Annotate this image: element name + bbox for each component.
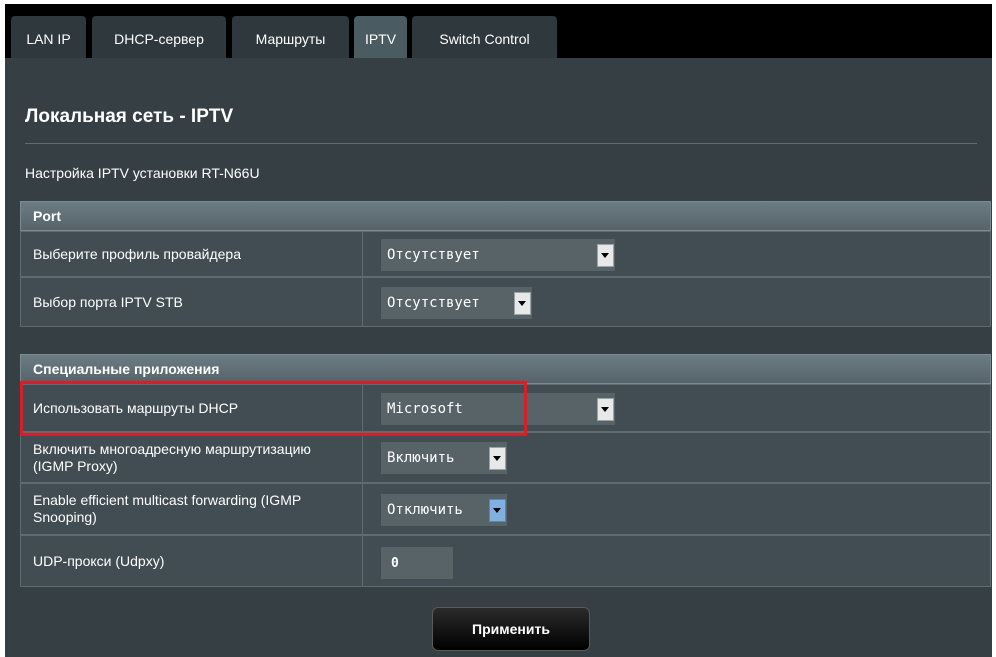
main-content: Локальная сеть - IPTV Настройка IPTV уст… — [5, 58, 992, 657]
igmp-snooping-label: Enable efficient multicast forwarding (I… — [21, 484, 363, 534]
iptv-stb-port-select[interactable]: Отсутствует — [381, 287, 532, 319]
apply-button[interactable]: Применить — [432, 607, 590, 651]
igmp-snooping-field: Отключить — [363, 484, 990, 534]
igmp-snooping-row: Enable efficient multicast forwarding (I… — [20, 483, 991, 535]
select-value: Включить — [387, 450, 455, 466]
igmp-proxy-row: Включить многоадресную маршрутизацию (IG… — [20, 432, 991, 483]
select-value: Отсутствует — [387, 247, 480, 263]
select-value: Microsoft — [387, 401, 463, 417]
provider-profile-row: Выберите профиль провайдера Отсутствует — [20, 231, 991, 277]
chevron-down-icon[interactable] — [512, 287, 532, 319]
chevron-down-icon[interactable] — [487, 494, 507, 526]
tab-label: Switch Control — [439, 30, 530, 47]
iptv-stb-port-row: Выбор порта IPTV STB Отсутствует — [20, 277, 991, 327]
right-border — [992, 0, 996, 657]
tab-label: Маршруты — [255, 30, 326, 47]
port-section-header: Port — [20, 201, 991, 231]
iptv-stb-port-field: Отсутствует — [363, 278, 990, 326]
section-title: Port — [33, 208, 61, 224]
tab-bar: LAN IP DHCP-сервер Маршруты IPTV Switch … — [5, 4, 992, 61]
provider-profile-field: Отсутствует — [363, 232, 990, 276]
dhcp-routes-label: Использовать маршруты DHCP — [21, 385, 363, 431]
tab-switch-control[interactable]: Switch Control — [412, 16, 557, 61]
tab-label: IPTV — [364, 30, 397, 47]
igmp-proxy-select[interactable]: Включить — [381, 442, 507, 474]
iptv-stb-port-label: Выбор порта IPTV STB — [21, 278, 363, 326]
dhcp-routes-select[interactable]: Microsoft — [381, 393, 615, 425]
chevron-down-icon[interactable] — [595, 239, 615, 271]
udpxy-port-input[interactable]: 0 — [381, 547, 453, 579]
select-value: Отключить — [387, 502, 463, 518]
page-description: Настройка IPTV установки RT-N66U — [25, 165, 260, 181]
tab-label: LAN IP — [26, 30, 71, 47]
page-title: Локальная сеть - IPTV — [25, 106, 234, 127]
tab-label: DHCP-сервер — [114, 30, 204, 47]
chevron-down-icon[interactable] — [487, 442, 507, 474]
provider-profile-select[interactable]: Отсутствует — [381, 239, 615, 271]
router-admin-frame: LAN IP DHCP-сервер Маршруты IPTV Switch … — [0, 0, 996, 657]
dhcp-routes-row: Использовать маршруты DHCP Microsoft — [20, 384, 991, 432]
tab-lan-ip[interactable]: LAN IP — [11, 16, 86, 61]
igmp-snooping-select[interactable]: Отключить — [381, 494, 507, 526]
provider-profile-label: Выберите профиль провайдера — [21, 232, 363, 276]
tab-iptv[interactable]: IPTV — [354, 16, 407, 61]
chevron-down-icon[interactable] — [595, 393, 615, 425]
section-title: Специальные приложения — [33, 361, 220, 377]
dhcp-routes-field: Microsoft — [363, 385, 990, 431]
udpxy-field: 0 — [363, 536, 990, 586]
tab-routes[interactable]: Маршруты — [232, 16, 349, 61]
tab-dhcp-server[interactable]: DHCP-сервер — [92, 16, 226, 61]
igmp-proxy-label: Включить многоадресную маршрутизацию (IG… — [21, 433, 363, 482]
title-divider — [25, 143, 977, 144]
igmp-proxy-field: Включить — [363, 433, 990, 482]
udpxy-row: UDP-прокси (Udpxy) 0 — [20, 535, 991, 587]
select-value: Отсутствует — [387, 295, 480, 311]
udpxy-label: UDP-прокси (Udpxy) — [21, 536, 363, 586]
special-apps-section-header: Специальные приложения — [20, 354, 991, 384]
